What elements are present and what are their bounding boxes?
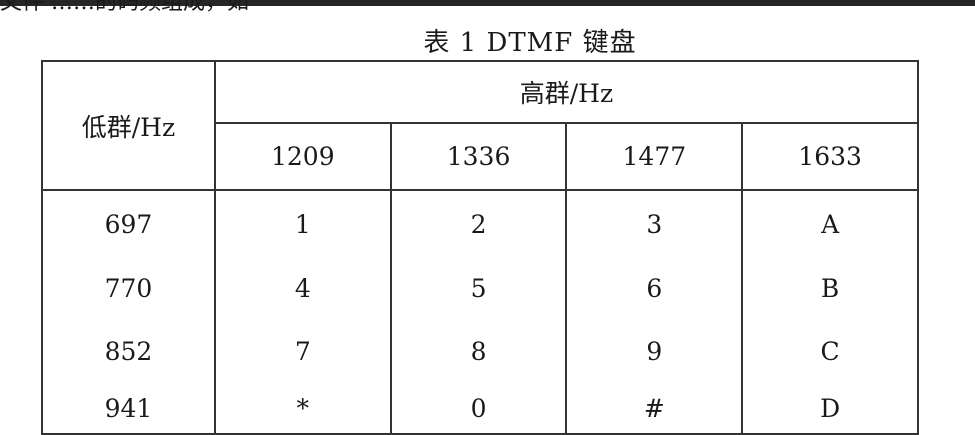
- low-freq-cell: 697: [41, 190, 216, 257]
- key-cell: 0: [389, 383, 568, 435]
- high-group-header: 高群/Hz: [213, 60, 920, 124]
- high-freq-cell: 1336: [389, 122, 568, 191]
- high-freq-cell: 1633: [741, 122, 919, 191]
- key-cell: #: [565, 383, 744, 435]
- table-title: 表 1 DTMF 键盘: [423, 28, 637, 58]
- key-cell: 7: [213, 320, 392, 383]
- table-header-row: 低群/Hz 高群/Hz: [41, 60, 920, 191]
- key-cell: D: [741, 383, 919, 435]
- key-cell: B: [741, 257, 919, 320]
- high-freq-cell: 1477: [565, 122, 744, 191]
- key-cell: 8: [389, 320, 568, 383]
- key-cell: A: [741, 190, 919, 257]
- partially-visible-text: 文件 ……的码频组成，如: [0, 0, 249, 15]
- table-row: 941 * 0 # D: [41, 383, 919, 435]
- key-cell: 1: [213, 190, 392, 257]
- key-cell: C: [741, 320, 919, 383]
- low-freq-cell: 770: [41, 257, 216, 320]
- low-freq-cell: 852: [41, 320, 216, 383]
- key-cell: 2: [389, 190, 568, 257]
- key-cell: 9: [565, 320, 744, 383]
- dtmf-keypad-table: 低群/Hz 高群/Hz 1209 1336 1477 1633 697 1 2 …: [41, 60, 920, 435]
- table-row: 852 7 8 9 C: [41, 320, 919, 383]
- key-cell: 5: [389, 257, 568, 320]
- key-cell: *: [213, 383, 392, 435]
- key-cell: 6: [565, 257, 744, 320]
- key-cell: 3: [565, 190, 744, 257]
- table-row: 697 1 2 3 A: [41, 190, 919, 257]
- high-freq-cell: 1209: [213, 122, 392, 191]
- low-freq-cell: 941: [41, 383, 216, 435]
- table-row: 770 4 5 6 B: [41, 257, 919, 320]
- low-group-header: 低群/Hz: [41, 60, 216, 191]
- key-cell: 4: [213, 257, 392, 320]
